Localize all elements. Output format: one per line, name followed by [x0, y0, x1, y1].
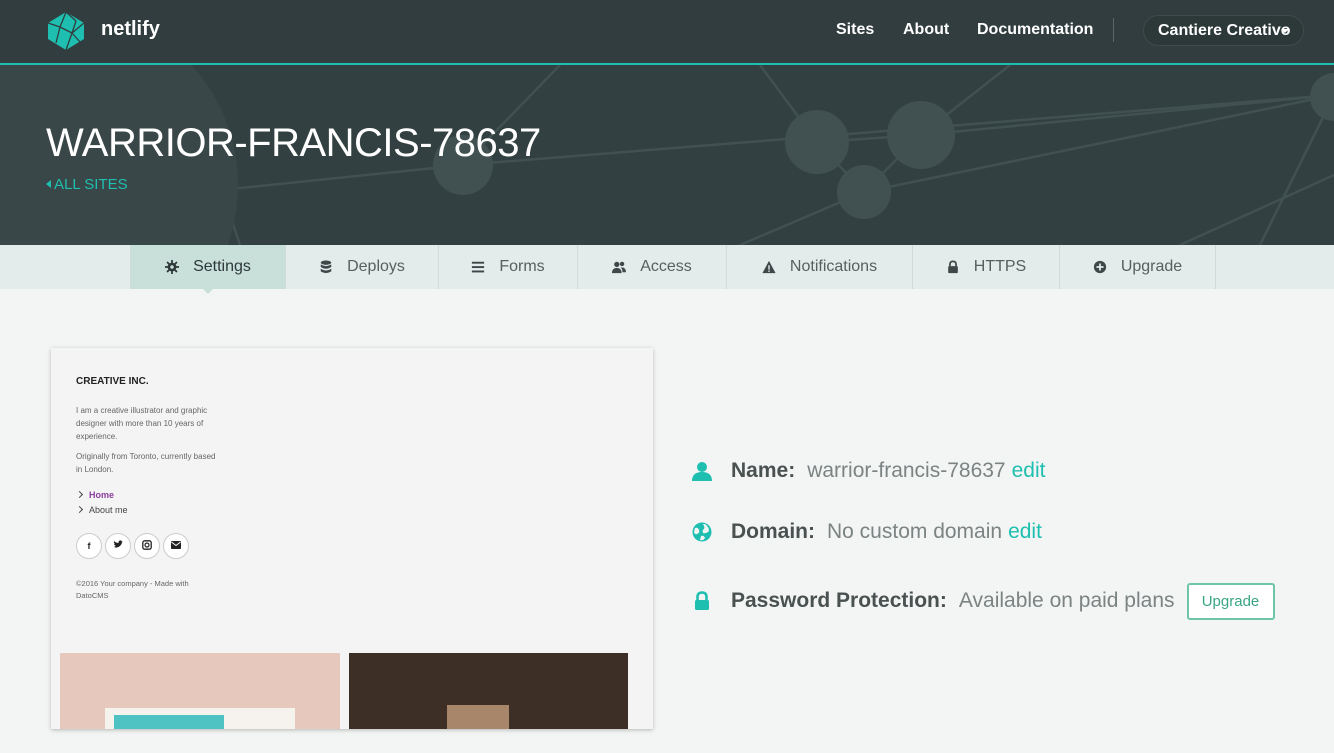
- preview-location-text: Originally from Toronto, currently based…: [76, 452, 216, 474]
- netlify-logo-icon[interactable]: [46, 11, 86, 51]
- preview-nav-home: Home: [75, 490, 115, 500]
- all-sites-link[interactable]: ALL SITES: [46, 176, 128, 193]
- tab-upgrade[interactable]: Upgrade: [1060, 245, 1216, 289]
- site-name-row: Name: warrior-francis-78637 edit: [692, 457, 1045, 485]
- twitter-icon: [105, 533, 131, 559]
- tab-label: Access: [640, 258, 692, 275]
- name-label: Name:: [731, 459, 796, 482]
- lock-icon: [695, 591, 709, 610]
- chevron-right-icon: [75, 505, 84, 514]
- user-icon: [692, 462, 712, 481]
- nav-divider: [1113, 18, 1114, 42]
- site-title: WARRIOR-FRANCIS-78637: [46, 121, 541, 165]
- tab-label: Settings: [193, 258, 251, 275]
- database-icon: [320, 260, 332, 274]
- password-protection-label: Password Protection:: [731, 589, 947, 612]
- globe-icon: [692, 522, 712, 542]
- tab-settings[interactable]: Settings: [130, 245, 286, 294]
- domain-row: Domain: No custom domain edit: [692, 518, 1042, 546]
- caret-down-icon: [1281, 29, 1289, 33]
- preview-nav-label: Home: [89, 490, 115, 500]
- brand-name[interactable]: netlify: [101, 18, 160, 41]
- all-sites-label: ALL SITES: [54, 176, 128, 193]
- upgrade-button[interactable]: Upgrade: [1186, 582, 1275, 620]
- tab-notifications[interactable]: Notifications: [727, 245, 913, 289]
- site-name-value: warrior-francis-78637: [807, 459, 1006, 482]
- edit-name-link[interactable]: edit: [1012, 459, 1046, 483]
- lock-icon: [947, 260, 958, 274]
- users-icon: [612, 261, 627, 274]
- tab-label: Upgrade: [1120, 258, 1183, 275]
- password-protection-value: Available on paid plans: [958, 589, 1175, 612]
- tab-forms[interactable]: Forms: [439, 245, 578, 289]
- tab-label: Forms: [499, 258, 545, 275]
- list-icon: [472, 261, 485, 273]
- tab-https[interactable]: HTTPS: [913, 245, 1060, 289]
- facebook-icon: f: [76, 533, 102, 559]
- nav-link-sites[interactable]: Sites: [836, 21, 874, 39]
- warning-icon: [762, 260, 776, 274]
- caret-left-icon: [46, 180, 51, 188]
- preview-portfolio-image: [349, 653, 628, 729]
- tab-label: HTTPS: [973, 258, 1027, 275]
- preview-company-name: CREATIVE INC.: [76, 376, 149, 387]
- site-tabs: Settings Deploys Forms Access Notificati…: [0, 245, 1334, 294]
- team-dropdown-button[interactable]: Cantiere Creativo: [1143, 15, 1304, 46]
- preview-nav-label: About me: [89, 505, 128, 515]
- preview-portfolio-image: [60, 653, 340, 729]
- gear-icon: [165, 260, 180, 274]
- email-icon: [163, 533, 189, 559]
- password-protection-row: Password Protection: Available on paid p…: [692, 582, 1275, 620]
- instagram-icon: [134, 533, 160, 559]
- plus-circle-icon: [1093, 260, 1106, 274]
- tab-label: Deploys: [347, 258, 405, 275]
- tab-label: Notifications: [789, 258, 878, 275]
- site-preview-thumbnail[interactable]: CREATIVE INC. I am a creative illustrato…: [51, 348, 653, 729]
- preview-nav-about: About me: [75, 505, 128, 515]
- chevron-right-icon: [75, 490, 84, 499]
- top-navigation: netlify Sites About Documentation Cantie…: [0, 0, 1334, 63]
- team-name: Cantiere Creativo: [1158, 22, 1291, 39]
- nav-link-documentation[interactable]: Documentation: [977, 21, 1093, 39]
- preview-footer-text: ©2016 Your company - Made with DatoCMS: [76, 579, 189, 600]
- nav-link-about[interactable]: About: [903, 21, 949, 39]
- tab-deploys[interactable]: Deploys: [286, 245, 439, 289]
- domain-label: Domain:: [731, 520, 815, 543]
- preview-intro-text: I am a creative illustrator and graphic …: [76, 406, 208, 441]
- edit-domain-link[interactable]: edit: [1008, 520, 1042, 544]
- tab-access[interactable]: Access: [578, 245, 727, 289]
- site-header: WARRIOR-FRANCIS-78637 ALL SITES: [0, 65, 1334, 245]
- domain-value: No custom domain: [827, 520, 1003, 543]
